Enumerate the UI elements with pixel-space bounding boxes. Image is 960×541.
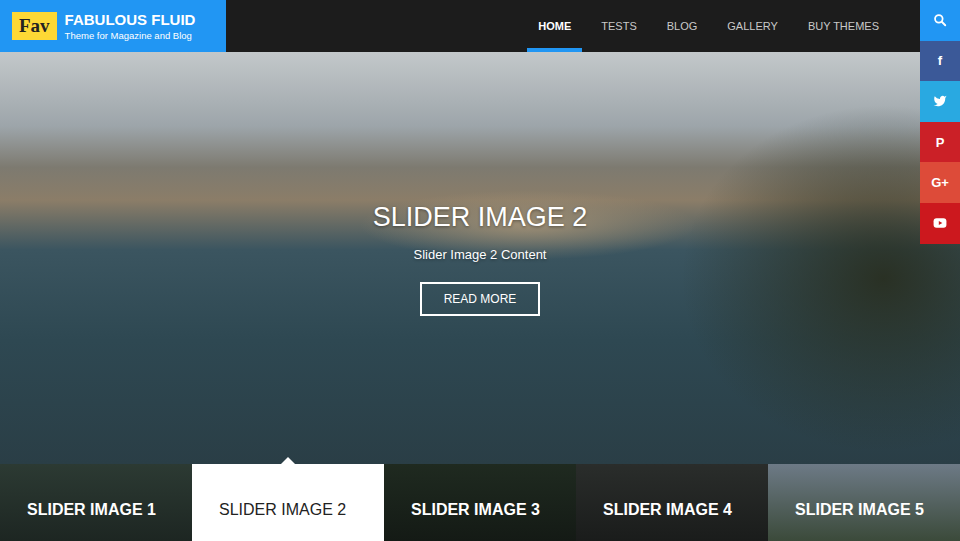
menu-item[interactable]: BLOG [656, 0, 709, 52]
menu-item[interactable]: HOME [527, 0, 582, 52]
menu-item[interactable]: BUY THEMES [797, 0, 890, 52]
social-glyph-icon: f [938, 54, 942, 67]
slide-tab[interactable]: SLIDER IMAGE 2 [192, 464, 384, 541]
main-menu: HOMETESTSBLOGGALLERYBUY THEMES [527, 0, 920, 52]
social-glyph-icon: P [936, 136, 945, 149]
pinterest-link[interactable]: P [920, 122, 960, 163]
site-header: Fav FABULOUS FLUID Theme for Magazine an… [0, 0, 960, 52]
slide-tab-label: SLIDER IMAGE 1 [27, 498, 156, 522]
slide-tab-label: SLIDER IMAGE 5 [795, 498, 924, 522]
social-svg-icon [933, 13, 947, 27]
menu-item[interactable]: GALLERY [716, 0, 789, 52]
slide-tab[interactable]: SLIDER IMAGE 5 [768, 464, 960, 541]
social-svg-icon [933, 94, 947, 108]
slide-tab[interactable]: SLIDER IMAGE 4 [576, 464, 768, 541]
slide-title: SLIDER IMAGE 2 [373, 200, 588, 235]
slide-content: Slider Image 2 Content [414, 245, 547, 265]
site-logo[interactable]: Fav FABULOUS FLUID Theme for Magazine an… [0, 0, 226, 52]
social-bar: f P G+ [920, 0, 960, 244]
slide-tab[interactable]: SLIDER IMAGE 1 [0, 464, 192, 541]
logo-badge: Fav [12, 12, 57, 40]
slider-pager: SLIDER IMAGE 1 SLIDER IMAGE 2 SLIDER IMAGE… [0, 464, 960, 541]
youtube-icon [933, 216, 947, 230]
read-more-button[interactable]: READ MORE [420, 282, 541, 316]
googleplus-link[interactable]: G+ [920, 162, 960, 203]
slide-tab[interactable]: SLIDER IMAGE 3 [384, 464, 576, 541]
site-tagline: Theme for Magazine and Blog [65, 29, 196, 42]
slide-tab-label: SLIDER IMAGE 2 [219, 498, 346, 522]
site-title[interactable]: FABULOUS FLUID [65, 11, 196, 29]
logo-text: FABULOUS FLUID Theme for Magazine and Bl… [65, 11, 196, 42]
slide-tab-label: SLIDER IMAGE 4 [603, 498, 732, 522]
twitter-icon [933, 94, 947, 108]
social-svg-icon [933, 216, 947, 230]
youtube-link[interactable] [920, 203, 960, 244]
search-button[interactable] [920, 0, 960, 41]
social-glyph-icon: G+ [931, 176, 949, 189]
search-icon [933, 13, 947, 27]
twitter-link[interactable] [920, 81, 960, 122]
hero-slider: SLIDER IMAGE 2 Slider Image 2 Content RE… [0, 52, 960, 464]
slide-tab-label: SLIDER IMAGE 3 [411, 498, 540, 522]
menu-item[interactable]: TESTS [590, 0, 647, 52]
facebook-link[interactable]: f [920, 41, 960, 82]
